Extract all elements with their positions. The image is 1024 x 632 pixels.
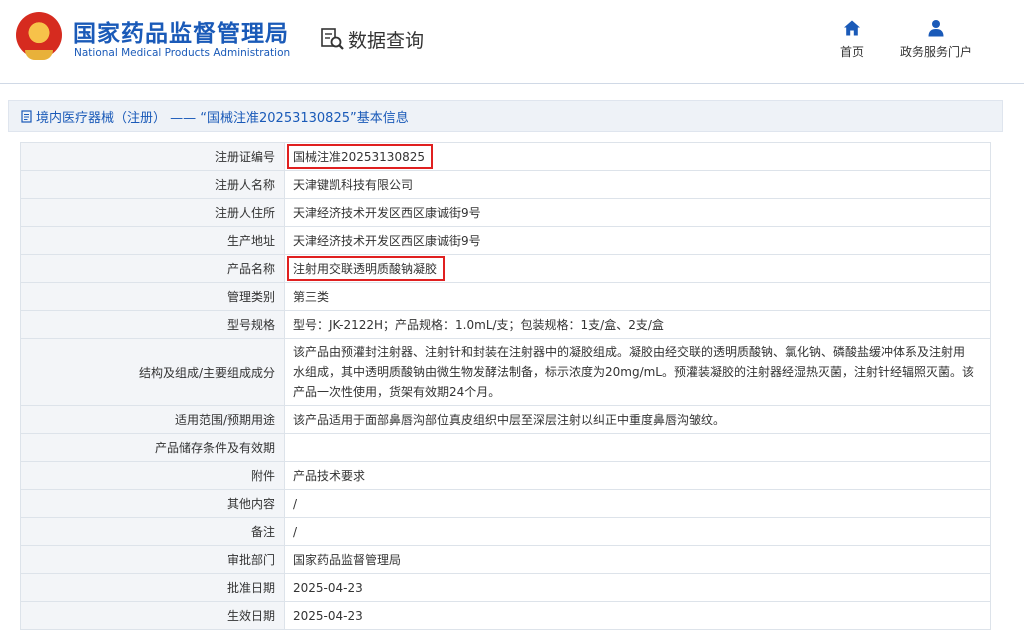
- document-icon: [21, 109, 33, 123]
- breadcrumb-title: 境内医疗器械（注册） —— “国械注准20253130825”基本信息: [8, 100, 1003, 132]
- breadcrumb-text: 境内医疗器械（注册） —— “国械注准20253130825”基本信息: [36, 110, 409, 126]
- nav-home-label: 首页: [839, 45, 864, 59]
- remarks-value: /: [284, 517, 991, 546]
- table-row: 附件 产品技术要求: [20, 461, 991, 490]
- model-spec-value: 型号：JK-2122H；产品规格：1.0mL/支；包装规格：1支/盒、2支/盒: [284, 310, 991, 339]
- field-label: 产品储存条件及有效期: [20, 433, 285, 462]
- national-emblem-logo[interactable]: [16, 12, 62, 60]
- table-row: 备注 /: [20, 517, 991, 546]
- user-icon: [896, 18, 976, 38]
- field-label: 适用范围/预期用途: [20, 405, 285, 434]
- table-row: 管理类别 第三类: [20, 282, 991, 311]
- field-label: 结构及组成/主要组成成分: [20, 338, 285, 406]
- field-label: 生效日期: [20, 601, 285, 630]
- table-row: 产品储存条件及有效期: [20, 433, 991, 462]
- field-label: 型号规格: [20, 310, 285, 339]
- registrant-address-value: 天津经济技术开发区西区康诚街9号: [284, 198, 991, 227]
- registration-number-value: 国械注准20253130825: [287, 144, 433, 169]
- other-content-value: /: [284, 489, 991, 518]
- field-label: 生产地址: [20, 226, 285, 255]
- composition-value: 该产品由预灌封注射器、注射针和封装在注射器中的凝胶组成。凝胶由经交联的透明质酸钠…: [284, 338, 991, 406]
- field-label: 批准日期: [20, 573, 285, 602]
- registrant-name-value: 天津键凯科技有限公司: [284, 170, 991, 199]
- home-icon: [812, 18, 892, 38]
- brand-name-cn[interactable]: 国家药品监督管理局: [73, 14, 289, 48]
- attachment-value: 产品技术要求: [284, 461, 991, 490]
- production-address-value: 天津经济技术开发区西区康诚街9号: [284, 226, 991, 255]
- intended-use-value: 该产品适用于面部鼻唇沟部位真皮组织中层至深层注射以纠正中重度鼻唇沟皱纹。: [284, 405, 991, 434]
- site-header: 国家药品监督管理局 National Medical Products Admi…: [0, 0, 1024, 84]
- effective-date-value: 2025-04-23: [284, 601, 991, 630]
- table-row: 型号规格 型号：JK-2122H；产品规格：1.0mL/支；包装规格：1支/盒、…: [20, 310, 991, 339]
- field-label: 注册人住所: [20, 198, 285, 227]
- table-row: 生产地址 天津经济技术开发区西区康诚街9号: [20, 226, 991, 255]
- device-info-table: 注册证编号 国械注准20253130825 注册人名称 天津键凯科技有限公司 注…: [20, 142, 991, 630]
- field-label: 注册证编号: [20, 142, 285, 171]
- nav-service-portal-label: 政务服务门户: [899, 45, 972, 59]
- table-row: 注册人住所 天津经济技术开发区西区康诚街9号: [20, 198, 991, 227]
- table-row: 审批部门 国家药品监督管理局: [20, 545, 991, 574]
- field-label: 审批部门: [20, 545, 285, 574]
- field-label: 注册人名称: [20, 170, 285, 199]
- document-search-icon: [320, 26, 346, 52]
- table-row: 批准日期 2025-04-23: [20, 573, 991, 602]
- product-name-value: 注射用交联透明质酸钠凝胶: [287, 256, 446, 281]
- data-query-heading: 数据查询: [320, 24, 424, 54]
- nav-service-portal[interactable]: 政务服务门户: [896, 18, 976, 60]
- field-label: 附件: [20, 461, 285, 490]
- field-label: 备注: [20, 517, 285, 546]
- table-row: 生效日期 2025-04-23: [20, 601, 991, 630]
- management-class-value: 第三类: [284, 282, 991, 311]
- data-query-label: 数据查询: [348, 29, 425, 52]
- field-value-cell: 国械注准20253130825: [284, 142, 991, 171]
- field-label: 产品名称: [20, 254, 285, 283]
- table-row: 结构及组成/主要组成成分 该产品由预灌封注射器、注射针和封装在注射器中的凝胶组成…: [20, 338, 991, 406]
- table-row: 产品名称 注射用交联透明质酸钠凝胶: [20, 254, 991, 283]
- table-row: 适用范围/预期用途 该产品适用于面部鼻唇沟部位真皮组织中层至深层注射以纠正中重度…: [20, 405, 991, 434]
- field-value-cell: 注射用交联透明质酸钠凝胶: [284, 254, 991, 283]
- approval-date-value: 2025-04-23: [284, 573, 991, 602]
- table-row: 其他内容 /: [20, 489, 991, 518]
- field-label: 其他内容: [20, 489, 285, 518]
- storage-conditions-value: [284, 433, 991, 462]
- approval-department-value: 国家药品监督管理局: [284, 545, 991, 574]
- field-label: 管理类别: [20, 282, 285, 311]
- table-row: 注册证编号 国械注准20253130825: [20, 142, 991, 171]
- nav-home[interactable]: 首页: [812, 18, 892, 60]
- table-row: 注册人名称 天津键凯科技有限公司: [20, 170, 991, 199]
- brand-name-en: National Medical Products Administration: [74, 47, 291, 59]
